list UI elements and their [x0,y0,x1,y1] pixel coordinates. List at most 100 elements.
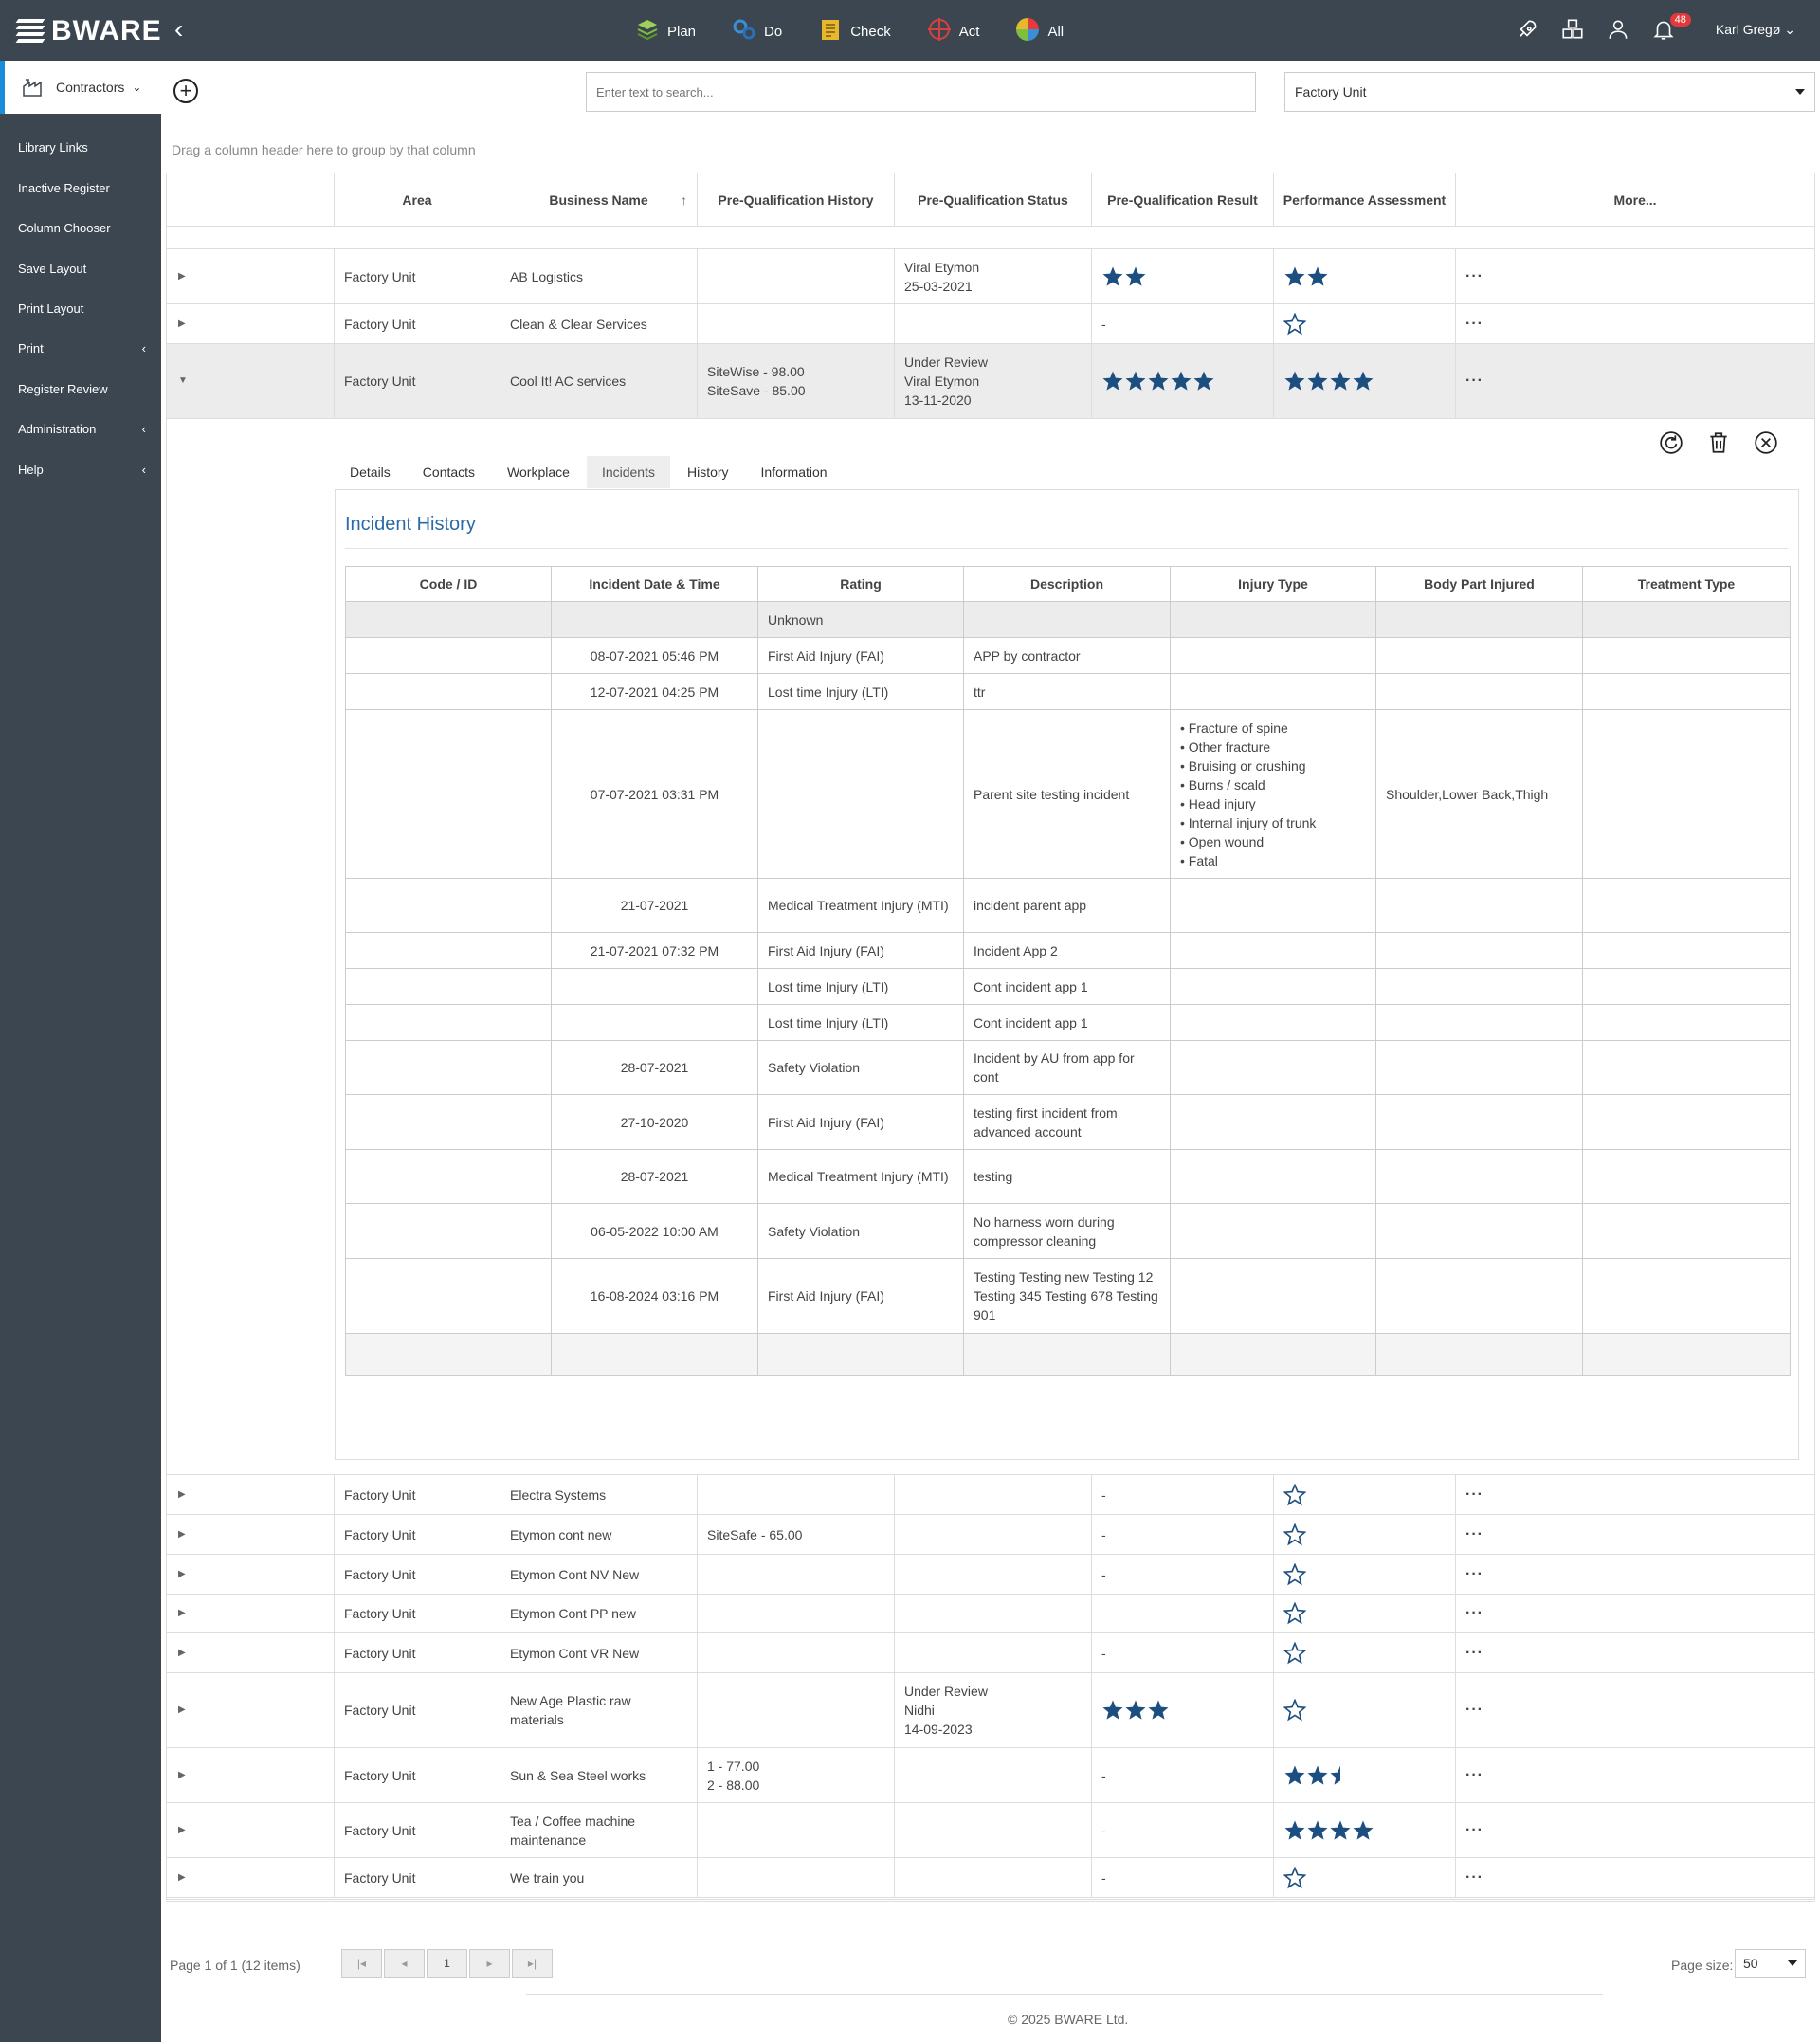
caret-right-icon[interactable]: ▶ [178,1644,186,1663]
sidebar-item-library-links[interactable]: Library Links [18,140,146,155]
incident-row[interactable]: 21-07-2021 Medical Treatment Injury (MTI)… [345,878,1791,933]
rocket-icon[interactable] [1513,15,1541,44]
column-header[interactable]: Pre-Qualification History [698,173,895,227]
user-badge-icon[interactable] [1604,15,1632,44]
incident-row[interactable]: Lost time Injury (LTI) Cont incident app … [345,1004,1791,1041]
more-options-icon[interactable]: ··· [1465,1701,1483,1720]
incident-row[interactable]: 28-07-2021 Safety Violation Incident by AU… [345,1040,1791,1095]
bell-icon[interactable]: 48 [1649,13,1691,44]
sidebar-item-contractors[interactable]: Contractors ⌄ [0,61,171,114]
caret-right-icon[interactable]: ▶ [178,1869,186,1887]
last-page-icon[interactable]: ▸| [512,1949,553,1978]
more-options-icon[interactable]: ··· [1465,1869,1483,1887]
column-header[interactable]: Business Name ↑ [500,173,698,227]
grid-row[interactable]: ▶ Factory Unit Etymon cont new SiteSafe - 6… [167,1515,1814,1555]
page-number-button[interactable]: 1 [427,1949,467,1978]
tab-workplace[interactable]: Workplace [492,456,585,488]
group-row[interactable]: Unknown [345,601,1791,638]
incident-column-header[interactable]: Injury Type [1170,566,1376,602]
boxes-icon[interactable] [1558,15,1587,44]
sidebar-item-register-review[interactable]: Register Review [18,382,146,396]
grid-row[interactable]: ▼ Factory Unit Cool It! AC services SiteWis… [167,344,1814,419]
page-size-select[interactable]: 50 [1735,1949,1806,1978]
grid-row[interactable]: ▶ Factory Unit Sun & Sea Steel works 1 - 77… [167,1748,1814,1803]
more-options-icon[interactable]: ··· [1465,1525,1483,1544]
nav-all[interactable]: All [1015,17,1064,46]
incident-row[interactable]: 27-10-2020 First Aid Injury (FAI) testing … [345,1094,1791,1150]
tab-history[interactable]: History [671,456,744,488]
grid-row[interactable]: ▶ Factory Unit Etymon Cont NV New - ··· [167,1555,1814,1595]
first-page-icon[interactable]: |◂ [341,1949,382,1978]
more-options-icon[interactable]: ··· [1465,315,1483,334]
incident-row[interactable]: 08-07-2021 05:46 PM First Aid Injury (FAI… [345,637,1791,674]
column-header[interactable]: More... [1456,173,1814,227]
caret-right-icon[interactable]: ▶ [178,315,186,334]
sidebar-item-print[interactable]: Print ‹ [18,341,146,356]
caret-right-icon[interactable]: ▶ [178,1525,186,1544]
incident-column-header[interactable]: Incident Date & Time [551,566,758,602]
more-options-icon[interactable]: ··· [1465,1486,1483,1504]
grid-row[interactable]: ▶ Factory Unit Etymon Cont PP new ··· [167,1595,1814,1633]
sidebar-item-inactive-register[interactable]: Inactive Register [18,181,146,195]
sidebar-item-administration[interactable]: Administration ‹ [18,422,146,436]
incident-row[interactable]: 16-08-2024 03:16 PM First Aid Injury (FAI… [345,1258,1791,1334]
incident-column-header[interactable]: Code / ID [345,566,552,602]
column-header[interactable]: Pre-Qualification Result [1092,173,1274,227]
more-options-icon[interactable]: ··· [1465,267,1483,286]
incident-column-header[interactable]: Body Part Injured [1375,566,1583,602]
column-header[interactable] [167,173,335,227]
tab-information[interactable]: Information [745,456,843,488]
more-options-icon[interactable]: ··· [1465,372,1483,391]
column-header[interactable]: Pre-Qualification Status [895,173,1092,227]
app-logo[interactable]: BWARE [15,15,162,47]
tab-incidents[interactable]: Incidents [586,456,670,488]
caret-right-icon[interactable]: ▶ [178,267,186,286]
nav-plan[interactable]: Plan [635,17,696,46]
add-contractor-button[interactable]: + [173,79,198,103]
sort-ascending-icon[interactable]: ↑ [681,192,687,208]
caret-right-icon[interactable]: ▶ [178,1565,186,1584]
grid-row[interactable]: ▶ Factory Unit New Age Plastic raw material… [167,1673,1814,1748]
incident-row[interactable]: 07-07-2021 03:31 PM Parent site testing i… [345,709,1791,879]
more-options-icon[interactable]: ··· [1465,1821,1483,1840]
more-options-icon[interactable]: ··· [1465,1644,1483,1663]
more-options-icon[interactable]: ··· [1465,1565,1483,1584]
caret-right-icon[interactable]: ▶ [178,1486,186,1504]
incident-column-header[interactable]: Treatment Type [1582,566,1791,602]
sidebar-item-print-layout[interactable]: Print Layout [18,301,146,316]
incident-row[interactable]: 28-07-2021 Medical Treatment Injury (MTI)… [345,1149,1791,1204]
user-menu[interactable]: Karl Gregø ⌄ [1716,22,1795,38]
caret-right-icon[interactable]: ▶ [178,1766,186,1785]
column-header[interactable]: Area [335,173,500,227]
sidebar-item-save-layout[interactable]: Save Layout [18,262,146,276]
refresh-icon[interactable] [1658,429,1684,456]
incident-row[interactable]: 21-07-2021 07:32 PM First Aid Injury (FAI… [345,932,1791,969]
nav-act[interactable]: Act [927,17,979,46]
nav-check[interactable]: Check [818,17,891,46]
area-select[interactable]: Factory Unit [1284,72,1815,112]
collapse-sidebar-icon[interactable]: ‹ [174,15,183,44]
more-options-icon[interactable]: ··· [1465,1604,1483,1623]
incident-column-header[interactable]: Description [963,566,1171,602]
close-icon[interactable] [1753,429,1779,456]
caret-down-icon[interactable]: ▼ [178,372,188,391]
incident-row[interactable]: 12-07-2021 04:25 PM Lost time Injury (LTI… [345,673,1791,710]
grid-row[interactable]: ▶ Factory Unit Clean & Clear Services - ··· [167,304,1814,344]
incident-row[interactable]: Lost time Injury (LTI) Cont incident app … [345,968,1791,1005]
more-options-icon[interactable]: ··· [1465,1766,1483,1785]
trash-icon[interactable] [1705,429,1732,456]
incident-row[interactable]: 06-05-2022 10:00 AM Safety Violation No ha… [345,1203,1791,1259]
caret-right-icon[interactable]: ▶ [178,1821,186,1840]
search-input[interactable] [586,72,1256,112]
grid-row[interactable]: ▶ Factory Unit Etymon Cont VR New - ··· [167,1633,1814,1673]
nav-do[interactable]: Do [732,17,782,46]
sidebar-item-column-chooser[interactable]: Column Chooser [18,221,146,235]
grid-row[interactable]: ▶ Factory Unit Tea / Coffee machine mainten… [167,1803,1814,1858]
incident-column-header[interactable]: Rating [757,566,964,602]
column-header[interactable]: Performance Assessment [1274,173,1456,227]
prev-page-icon[interactable]: ◂ [384,1949,425,1978]
grid-row[interactable]: ▶ Factory Unit Electra Systems - ··· [167,1475,1814,1515]
next-page-icon[interactable]: ▸ [469,1949,510,1978]
grid-row[interactable]: ▶ Factory Unit We train you - ··· [167,1858,1814,1898]
grid-row[interactable]: ▶ Factory Unit AB Logistics Viral Etymon 25-… [167,249,1814,304]
